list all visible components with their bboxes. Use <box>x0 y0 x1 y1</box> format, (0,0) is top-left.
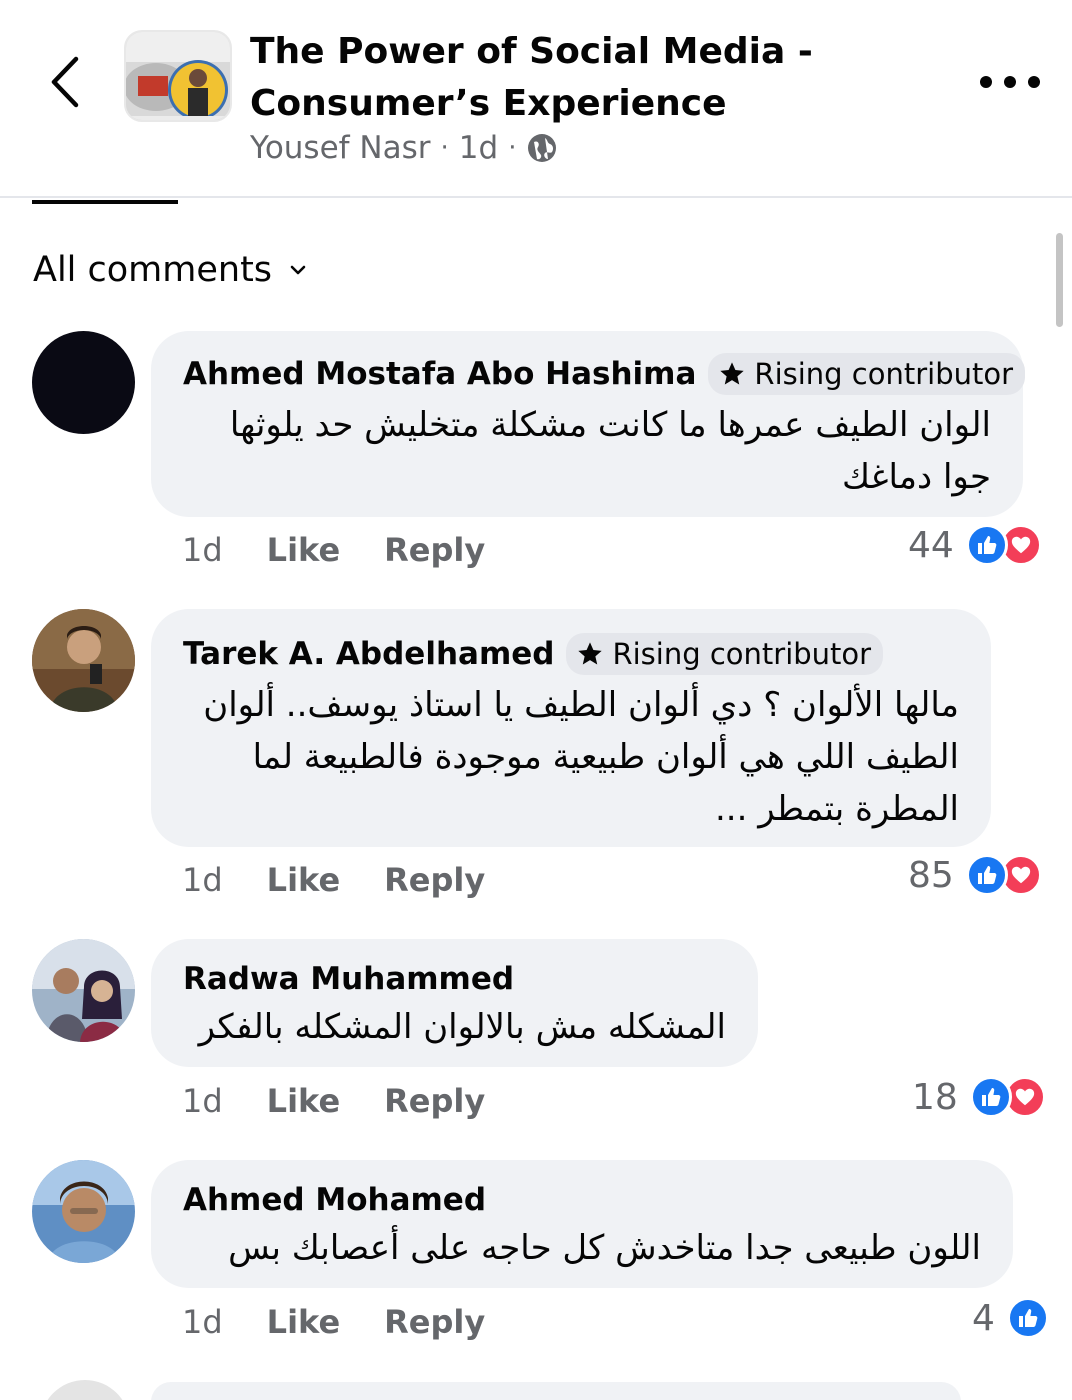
meta-separator-2: · <box>508 133 517 163</box>
reaction-summary[interactable]: 85 <box>908 854 1042 896</box>
post-header: The Power of Social Media - Consumer’s E… <box>0 0 1072 198</box>
meta-separator: · <box>440 133 449 163</box>
avatar[interactable] <box>40 1380 130 1400</box>
reaction-count: 4 <box>972 1297 995 1339</box>
reply-button[interactable]: Reply <box>384 861 485 899</box>
comment-sort-label: All comments <box>33 250 273 290</box>
comment-author[interactable]: Ahmed Mohamed <box>183 1182 486 1218</box>
badge-label: Rising contributor <box>754 357 1014 391</box>
avatar-image <box>32 609 135 712</box>
avatar[interactable] <box>32 609 135 712</box>
avatar[interactable] <box>32 331 135 434</box>
comment-bubble[interactable]: Radwa Muhammed المشكله مش بالالوان المشك… <box>151 939 758 1067</box>
avatar-image <box>32 939 135 1042</box>
avatar[interactable] <box>32 939 135 1042</box>
comment-sort-dropdown[interactable]: All comments <box>33 250 306 290</box>
comment-text: الوان الطيف عمرها ما كانت مشكلة متخليش ح… <box>229 405 991 497</box>
active-tab-indicator <box>32 200 178 204</box>
reaction-summary[interactable]: 18 <box>912 1076 1046 1118</box>
back-button[interactable] <box>40 52 90 112</box>
avatar[interactable] <box>32 1160 135 1263</box>
comment-bubble[interactable] <box>151 1382 961 1400</box>
post-author[interactable]: Yousef Nasr <box>250 130 431 166</box>
reply-button[interactable]: Reply <box>384 1303 485 1341</box>
post-thumbnail[interactable] <box>124 30 232 122</box>
reaction-count: 18 <box>912 1076 958 1118</box>
comment-bubble[interactable]: Ahmed Mohamed اللون طبيعى جدا متاخدش كل … <box>151 1160 1013 1288</box>
post-title-line1: The Power of Social Media - <box>250 31 813 72</box>
star-icon <box>720 362 745 385</box>
like-icon <box>969 1076 1012 1118</box>
like-button[interactable]: Like <box>267 861 340 899</box>
reply-button[interactable]: Reply <box>384 531 485 569</box>
comment-bubble[interactable]: Ahmed Mostafa Abo Hashima Rising contrib… <box>151 331 1026 517</box>
post-title-line2: Consumer’s Experience <box>250 83 727 124</box>
reply-button[interactable]: Reply <box>384 1082 485 1120</box>
post-title[interactable]: The Power of Social Media - Consumer’s E… <box>250 26 950 130</box>
comment-actions: 1d Like Reply <box>182 1303 485 1341</box>
badge-label: Rising contributor <box>612 637 872 671</box>
globe-icon <box>528 134 557 162</box>
reaction-summary[interactable]: 4 <box>972 1297 1049 1339</box>
comment-time: 1d <box>182 861 223 899</box>
post-meta: Yousef Nasr · 1d · <box>250 130 558 166</box>
comment-time: 1d <box>182 1303 223 1341</box>
like-icon <box>965 854 1008 896</box>
comment-bubble[interactable]: Tarek A. Abdelhamed Rising contributor م… <box>151 609 991 847</box>
post-age: 1d <box>458 130 499 166</box>
rising-contributor-badge: Rising contributor <box>566 633 884 675</box>
reaction-count: 85 <box>908 854 954 896</box>
chevron-down-icon <box>290 265 306 275</box>
reaction-summary[interactable]: 44 <box>908 524 1042 566</box>
more-options-button[interactable] <box>980 62 1040 102</box>
comment-author[interactable]: Tarek A. Abdelhamed <box>183 636 554 672</box>
comment-author[interactable]: Ahmed Mostafa Abo Hashima <box>183 356 696 392</box>
like-button[interactable]: Like <box>267 531 340 569</box>
post-thumbnail-image <box>126 32 230 120</box>
comment-author[interactable]: Radwa Muhammed <box>183 961 514 997</box>
chevron-left-icon <box>51 56 79 108</box>
like-icon <box>1006 1297 1049 1339</box>
comment-time: 1d <box>182 1082 223 1120</box>
scrollbar[interactable] <box>1056 233 1063 327</box>
like-button[interactable]: Like <box>267 1303 340 1341</box>
comment-text: مالها الألوان ؟ دي ألوان الطيف يا استاذ … <box>203 685 959 829</box>
more-dot-icon <box>980 76 992 88</box>
comment-text: اللون طبيعى جدا متاخدش كل حاجه على أعصاب… <box>228 1228 981 1268</box>
like-button[interactable]: Like <box>267 1082 340 1120</box>
star-icon <box>578 642 603 665</box>
comment-actions: 1d Like Reply <box>182 531 485 569</box>
avatar-image <box>32 1160 135 1263</box>
reaction-count: 44 <box>908 524 954 566</box>
comment-actions: 1d Like Reply <box>182 861 485 899</box>
like-icon <box>965 524 1008 566</box>
rising-contributor-badge: Rising contributor <box>708 353 1026 395</box>
comment-actions: 1d Like Reply <box>182 1082 485 1120</box>
more-dot-icon <box>1028 76 1040 88</box>
more-dot-icon <box>1004 76 1016 88</box>
comment-time: 1d <box>182 531 223 569</box>
comment-text: المشكله مش بالالوان المشكله بالفكر <box>198 1007 726 1047</box>
